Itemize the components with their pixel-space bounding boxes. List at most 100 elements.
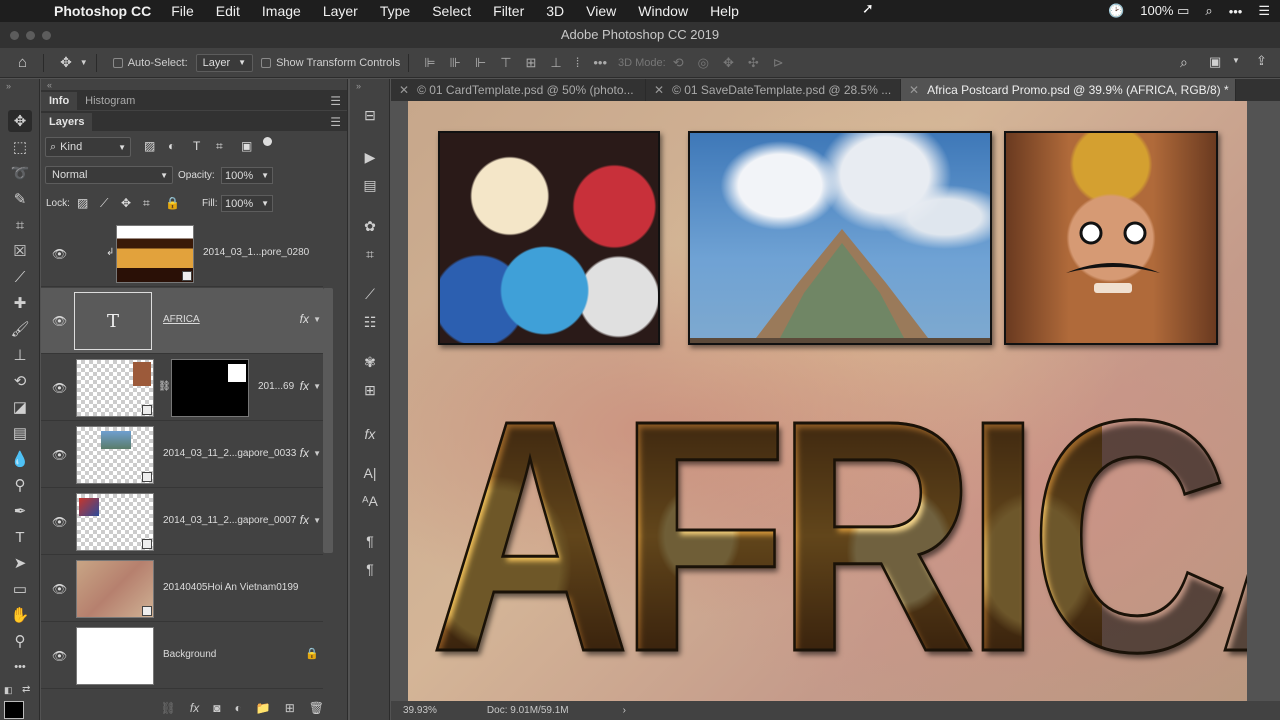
properties-panel-icon[interactable]: ⊟ [360,105,380,125]
menu-help[interactable]: Help [710,3,739,19]
blend-mode-dropdown[interactable]: Normal ▼ [45,166,173,184]
layer-name[interactable]: 2014_03_1...pore_0280 [203,247,309,258]
visibility-eye-icon[interactable]: 👁 [52,649,67,663]
crop-tool-icon[interactable]: ⌗ [8,214,32,236]
more-options-icon[interactable]: ••• [593,55,607,70]
photo-opera-masks[interactable] [438,131,660,345]
paths-panel-icon[interactable]: ⌗ [360,244,380,264]
more-icon[interactable]: ••• [1229,4,1243,19]
rectangle-tool-icon[interactable]: ▭ [8,578,32,600]
spotlight-search-icon[interactable]: ⌕ [1205,3,1212,19]
3d-scale-icon[interactable]: ⊳ [773,55,784,71]
layer-effects-icon[interactable]: fx [300,513,309,527]
align-left-icon[interactable]: ⊫ [424,55,435,71]
africa-headline[interactable]: AFRICA [429,369,1247,701]
document-size[interactable]: Doc: 9.01M/59.1M [487,705,569,716]
character-panel-icon[interactable]: A| [360,463,380,483]
quick-select-tool-icon[interactable]: ✎ [8,188,32,210]
menu-type[interactable]: Type [380,3,410,19]
color-panel-icon[interactable]: ✿ [360,216,380,236]
layer-name[interactable]: AFRICA [163,314,200,325]
frame-tool-icon[interactable]: ☒ [8,240,32,262]
zoom-level[interactable]: 39.93% [403,705,437,716]
character-styles-icon[interactable]: ᴬA [360,491,380,511]
layer-row[interactable]: 👁 ↲ 2014_03_1...pore_0280 [41,221,323,287]
filter-adjustment-icon[interactable]: ◐ [168,139,175,153]
move-tool-icon[interactable]: ✥ [60,54,72,71]
add-layer-style-icon[interactable]: fx [190,701,199,715]
tab-document[interactable]: ✕ © 01 SaveDateTemplate.psd @ 28.5% ... [646,79,901,101]
new-layer-icon[interactable]: ⊞ [285,701,295,715]
panel-menu-icon[interactable]: ☰ [330,94,341,108]
tab-document[interactable]: ✕ © 01 CardTemplate.psd @ 50% (photo... [391,79,646,101]
photo-temple[interactable] [688,131,992,345]
menu-layer[interactable]: Layer [323,3,358,19]
menu-edit[interactable]: Edit [216,3,240,19]
mask-link-icon[interactable]: ⛓ [158,381,171,392]
battery-status[interactable]: 100% ▭ [1140,3,1189,19]
layer-row-selected[interactable]: 👁 T AFRICA fx ▼ [41,288,323,354]
layer-effects-icon[interactable]: fx [300,446,309,460]
document-canvas[interactable]: AFRICA [408,101,1247,701]
layer-filter-dropdown[interactable]: ⌕ Kind ▼ [45,137,131,157]
layer-row[interactable]: 👁 ⛓ 201...69 fx ▼ [41,355,323,421]
close-tab-icon[interactable]: ✕ [399,83,409,97]
menu-select[interactable]: Select [432,3,471,19]
lasso-tool-icon[interactable]: ➰ [8,162,32,184]
filter-shape-icon[interactable]: ⌗ [216,139,223,154]
layer-effects-icon[interactable]: fx [300,312,309,326]
layer-row[interactable]: 👁 2014_03_11_2...gapore_0007 fx ▼ [41,489,323,555]
3d-rotate-icon[interactable]: ⟲ [673,55,684,71]
edit-toolbar-icon[interactable]: ••• [8,656,32,678]
chevron-down-icon[interactable]: ▼ [313,315,321,324]
chevron-down-icon[interactable]: ▼ [313,516,321,525]
layer-name[interactable]: Background [163,649,216,660]
adjustments-panel-icon[interactable]: ☷ [360,312,380,332]
eraser-tool-icon[interactable]: ◪ [8,396,32,418]
menu-window[interactable]: Window [638,3,688,19]
lock-artboard-icon[interactable]: ⌗ [143,196,150,211]
gradient-tool-icon[interactable]: ▤ [8,422,32,444]
swatches-panel-icon[interactable]: ✾ [360,352,380,372]
layer-name[interactable]: 201...69 [258,381,294,392]
3d-slide-icon[interactable]: ✣ [748,55,759,71]
photo-statue-face[interactable] [1004,131,1218,345]
type-tool-icon[interactable]: T [8,526,32,548]
lock-image-icon[interactable]: ⟋ [100,196,108,211]
delete-layer-icon[interactable]: 🗑 [309,701,324,715]
app-menu[interactable]: Photoshop CC [54,3,151,19]
clone-stamp-tool-icon[interactable]: ⊥ [8,344,32,366]
layer-name[interactable]: 2014_03_11_2...gapore_0007 [163,515,296,526]
history-panel-icon[interactable]: ▤ [360,175,380,195]
lock-transparent-icon[interactable]: ▨ [77,196,88,210]
link-layers-icon[interactable]: ⛓ [161,701,176,715]
visibility-eye-icon[interactable]: 👁 [52,314,67,328]
path-selection-tool-icon[interactable]: ➤ [8,552,32,574]
tab-document-active[interactable]: ✕ Africa Postcard Promo.psd @ 39.9% (AFRI… [901,79,1236,101]
layers-panel-menu-icon[interactable]: ☰ [330,115,341,129]
collapse-panel-icon[interactable]: « [47,80,52,90]
swap-colors-icon[interactable]: ⇄ [22,684,30,695]
share-icon[interactable]: ⇪ [1256,53,1267,69]
visibility-eye-icon[interactable]: 👁 [52,247,67,261]
menu-view[interactable]: View [586,3,616,19]
home-icon[interactable]: ⌂ [18,54,27,71]
paragraph-panel-icon[interactable]: ¶ [360,531,380,551]
default-colors-icon[interactable]: ◧ [4,685,13,696]
menu-3d[interactable]: 3D [546,3,564,19]
new-adjustment-layer-icon[interactable]: ◐ [235,701,242,715]
distribute-icon[interactable]: ⁞ [576,55,580,70]
eyedropper-tool-icon[interactable]: ⟋ [8,266,32,288]
close-tab-icon[interactable]: ✕ [909,83,919,97]
filter-smart-object-icon[interactable]: ▣ [241,139,252,153]
actions-play-icon[interactable]: ▶ [360,147,380,167]
align-top-icon[interactable]: ⊤ [500,55,511,71]
layer-mask-thumbnail[interactable] [171,359,249,417]
notification-center-icon[interactable]: ☰ [1258,3,1270,19]
fill-input[interactable]: 100% ▼ [221,195,273,212]
lock-all-icon[interactable]: 🔒 [165,196,180,210]
layer-effects-icon[interactable]: fx [300,379,309,393]
show-transform-checkbox[interactable]: Show Transform Controls [261,57,400,69]
menu-file[interactable]: File [171,3,194,19]
opacity-input[interactable]: 100% ▼ [221,167,273,184]
